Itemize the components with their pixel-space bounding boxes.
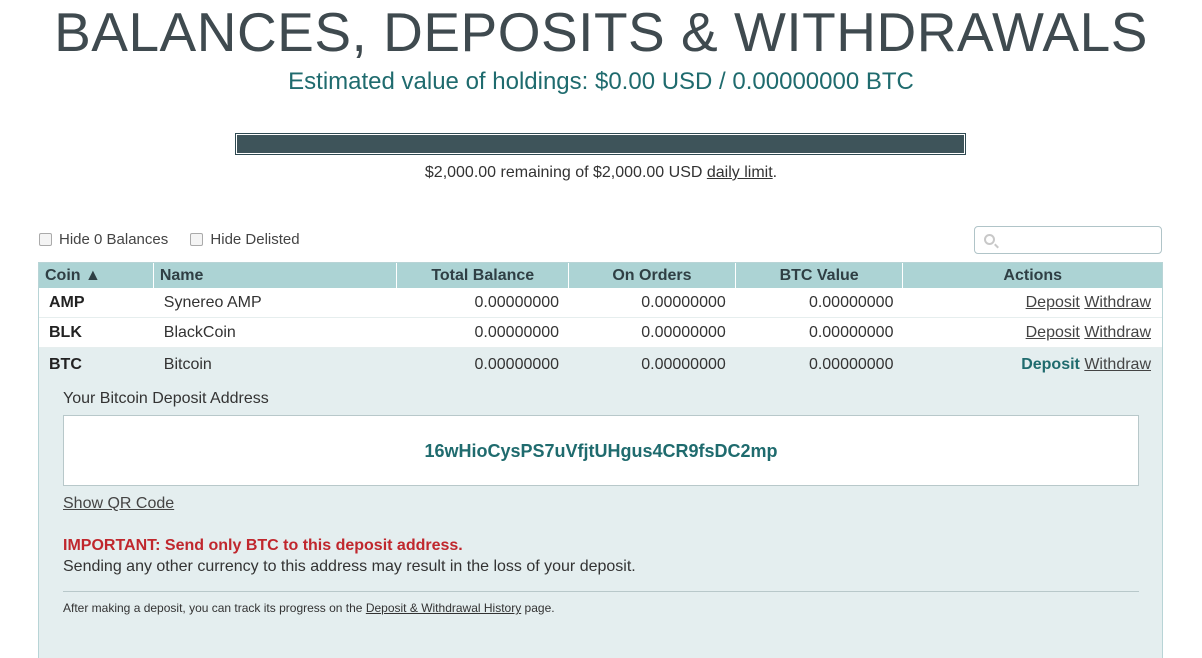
hide-zero-balances-label: Hide 0 Balances (59, 231, 169, 248)
table-row: BLK BlackCoin 0.00000000 0.00000000 0.00… (39, 318, 1162, 348)
coin-symbol: AMP (49, 294, 85, 311)
withdraw-link[interactable]: Withdraw (1084, 294, 1151, 311)
table-header: Coin ▲ Name Total Balance On Orders BTC … (39, 263, 1162, 288)
on-orders: 0.00000000 (641, 324, 726, 341)
hide-zero-balances-checkbox[interactable] (39, 233, 52, 246)
divider (63, 591, 1139, 592)
withdraw-link[interactable]: Withdraw (1084, 356, 1151, 373)
coin-name: Bitcoin (163, 356, 212, 373)
hide-zero-balances-toggle[interactable]: Hide 0 Balances (39, 231, 168, 248)
withdraw-link[interactable]: Withdraw (1084, 324, 1151, 341)
balance-filters: Hide 0 Balances Hide Delisted (39, 231, 318, 250)
coin-name: BlackCoin (163, 324, 236, 341)
deposit-tracking-note: After making a deposit, you can track it… (63, 601, 1139, 615)
hide-delisted-label: Hide Delisted (210, 231, 300, 248)
balances-table: Coin ▲ Name Total Balance On Orders BTC … (38, 262, 1163, 658)
column-header-on-orders[interactable]: On Orders (569, 263, 736, 288)
daily-limit-text: $2,000.00 remaining of $2,000.00 USD dai… (0, 163, 1202, 183)
row-actions: Deposit Withdraw (903, 288, 1162, 317)
on-orders: 0.00000000 (641, 356, 726, 373)
holdings-summary: Estimated value of holdings: $0.00 USD /… (288, 68, 914, 95)
total-balance: 0.00000000 (474, 294, 560, 311)
daily-limit-remaining: $2,000.00 remaining of $2,000.00 USD (424, 164, 707, 181)
hide-delisted-checkbox[interactable] (190, 233, 204, 246)
coin-name: Synereo AMP (163, 294, 262, 311)
on-orders: 0.00000000 (641, 294, 726, 311)
deposit-link[interactable]: Deposit (1026, 324, 1080, 341)
column-header-name[interactable]: Name (154, 263, 398, 288)
table-row: AMP Synereo AMP 0.00000000 0.00000000 0.… (39, 288, 1162, 318)
column-header-total-balance[interactable]: Total Balance (397, 263, 570, 288)
important-warning: IMPORTANT: Send only BTC to this deposit… (63, 537, 463, 554)
deposit-address-label: Your Bitcoin Deposit Address (63, 390, 269, 407)
btc-value: 0.00000000 (808, 324, 894, 341)
column-header-actions: Actions (1003, 267, 1063, 284)
table-row-expanded: BTC Bitcoin 0.00000000 0.00000000 0.0000… (39, 348, 1162, 381)
deposit-address-box[interactable]: 16wHioCysPS7uVfjtUHgus4CR9fsDC2mp (63, 415, 1139, 486)
search-icon (984, 234, 995, 245)
coin-symbol: BTC (49, 356, 82, 373)
coin-symbol: BLK (49, 324, 82, 341)
column-header-btc-value[interactable]: BTC Value (736, 263, 904, 288)
hide-delisted-toggle[interactable]: Hide Delisted (190, 231, 300, 248)
total-balance: 0.00000000 (474, 356, 560, 373)
currency-warning: Sending any other currency to this addre… (63, 558, 636, 575)
deposit-withdrawal-history-link[interactable]: Deposit & Withdrawal History (366, 601, 521, 615)
row-actions: Deposit Withdraw (903, 318, 1162, 347)
daily-limit-progress-fill (237, 135, 964, 153)
column-header-coin[interactable]: Coin ▲ (39, 263, 154, 288)
daily-limit-progress-bar (235, 133, 966, 155)
daily-limit-period: . (772, 164, 778, 181)
row-actions: Deposit Withdraw (903, 348, 1162, 381)
page-title: BALANCES, DEPOSITS & WITHDRAWALS (54, 1, 1148, 63)
deposit-link[interactable]: Deposit (1026, 294, 1080, 311)
tracking-note-text: After making a deposit, you can track it… (63, 601, 366, 615)
btc-value: 0.00000000 (808, 356, 894, 373)
tracking-note-suffix: page. (521, 601, 555, 615)
deposit-panel: Your Bitcoin Deposit Address 16wHioCysPS… (39, 381, 1162, 658)
total-balance: 0.00000000 (474, 324, 560, 341)
coin-search-input[interactable] (974, 226, 1162, 254)
deposit-link-active[interactable]: Deposit (1021, 356, 1080, 373)
daily-limit-link[interactable]: daily limit (707, 164, 773, 181)
btc-value: 0.00000000 (808, 294, 894, 311)
show-qr-code-link[interactable]: Show QR Code (63, 495, 174, 513)
